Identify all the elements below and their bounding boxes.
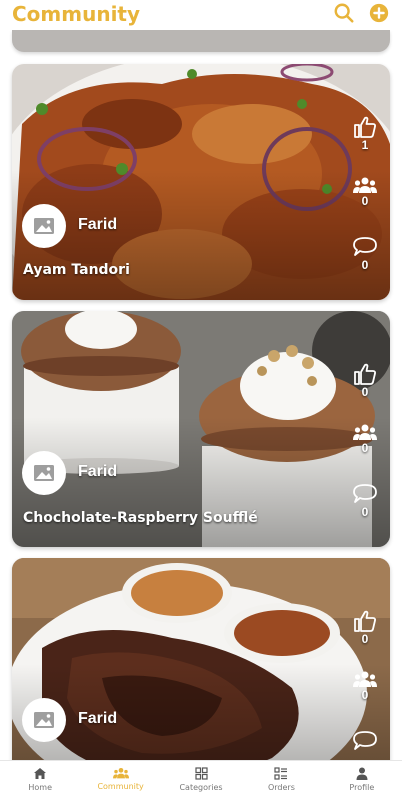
group-icon <box>353 177 377 193</box>
group-button[interactable]: 0 <box>350 670 380 702</box>
search-icon[interactable] <box>333 2 355 24</box>
list-icon <box>274 767 288 780</box>
author-avatar[interactable] <box>22 204 66 248</box>
post-card[interactable]: Farid Ayam Tandori 1 0 0 <box>12 64 390 300</box>
author-avatar[interactable] <box>22 451 66 495</box>
author-name[interactable]: Farid <box>78 710 117 728</box>
image-placeholder-icon <box>34 465 54 481</box>
tab-categories[interactable]: Categories <box>161 761 241 800</box>
dish-name: Chocholate-Raspberry Soufflé <box>23 510 258 526</box>
comment-button[interactable]: 0 <box>350 236 380 272</box>
comment-icon <box>353 237 377 256</box>
thumbs-up-icon <box>354 610 376 632</box>
tab-label: Categories <box>179 783 223 792</box>
comment-button[interactable] <box>350 730 380 752</box>
thumbs-up-icon <box>354 363 376 385</box>
group-icon <box>353 424 377 440</box>
app-header: Community <box>0 0 402 30</box>
image-placeholder-icon <box>34 218 54 234</box>
tab-label: Community <box>97 782 144 791</box>
image-placeholder-icon <box>34 712 54 728</box>
group-button[interactable]: 0 <box>350 176 380 208</box>
dish-name: Ayam Tandori <box>23 262 130 278</box>
like-count: 0 <box>361 385 369 399</box>
comment-button[interactable]: 0 <box>350 483 380 519</box>
tab-label: Orders <box>267 783 295 792</box>
group-count: 0 <box>361 441 369 455</box>
tab-home[interactable]: Home <box>0 761 80 800</box>
group-icon <box>353 671 377 687</box>
post-card[interactable]: Farid 0 0 <box>12 558 390 760</box>
group-button[interactable]: 0 <box>350 423 380 455</box>
community-icon <box>112 768 129 779</box>
grid-icon <box>194 767 208 780</box>
thumbs-up-icon <box>354 116 376 138</box>
like-button[interactable]: 0 <box>350 363 380 399</box>
comment-count: 0 <box>361 258 369 272</box>
tab-community[interactable]: Community <box>80 761 160 800</box>
group-count: 0 <box>361 688 369 702</box>
comment-icon <box>353 484 377 503</box>
bottom-tab-bar: Home Community Categories Orders Profile <box>0 760 402 800</box>
community-feed[interactable]: Farid Ayam Tandori 1 0 0 Farid Chocholat… <box>0 30 402 760</box>
comment-count: 0 <box>361 505 369 519</box>
like-button[interactable]: 1 <box>350 116 380 152</box>
home-icon <box>34 768 47 779</box>
post-card[interactable]: Farid Chocholate-Raspberry Soufflé 0 0 0 <box>12 311 390 547</box>
previous-post-card[interactable] <box>12 30 390 52</box>
comment-icon <box>353 731 377 750</box>
page-title: Community <box>12 2 141 26</box>
group-count: 0 <box>361 194 369 208</box>
author-name[interactable]: Farid <box>78 216 117 234</box>
tab-orders[interactable]: Orders <box>241 761 321 800</box>
author-name[interactable]: Farid <box>78 463 117 481</box>
person-icon <box>356 767 368 780</box>
like-count: 1 <box>361 138 369 152</box>
tab-profile[interactable]: Profile <box>322 761 402 800</box>
add-circle-icon[interactable] <box>368 2 390 24</box>
like-button[interactable]: 0 <box>350 610 380 646</box>
author-avatar[interactable] <box>22 698 66 742</box>
tab-label: Home <box>28 783 53 792</box>
like-count: 0 <box>361 632 369 646</box>
tab-label: Profile <box>349 783 375 792</box>
